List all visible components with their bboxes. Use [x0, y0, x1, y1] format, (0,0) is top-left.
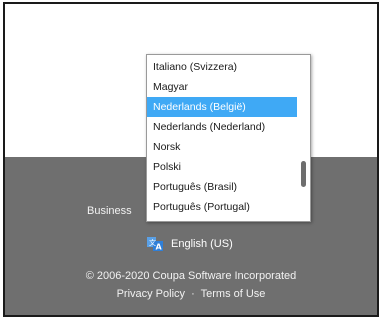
language-option[interactable]: Norsk: [147, 137, 297, 157]
scrollbar-thumb[interactable]: [301, 161, 306, 187]
page-frame: Business 文 A English (US) © 2006-2020 Co…: [3, 2, 379, 317]
language-options: Italiano (Svizzera) Magyar Nederlands (B…: [147, 57, 297, 217]
footer-links: Privacy Policy · Terms of Use: [5, 288, 377, 300]
privacy-policy-link[interactable]: Privacy Policy: [117, 288, 185, 300]
language-label: English (US): [171, 238, 233, 250]
language-option[interactable]: Português (Portugal): [147, 197, 297, 217]
language-dropdown-list[interactable]: Italiano (Svizzera) Magyar Nederlands (B…: [146, 54, 311, 222]
language-option-selected[interactable]: Nederlands (België): [147, 97, 297, 117]
svg-text:A: A: [156, 243, 163, 252]
link-separator: ·: [191, 288, 195, 300]
language-selector[interactable]: 文 A English (US): [147, 235, 233, 253]
language-option[interactable]: Italiano (Svizzera): [147, 57, 297, 77]
language-option[interactable]: Português (Brasil): [147, 177, 297, 197]
language-option[interactable]: Nederlands (Nederland): [147, 117, 297, 137]
translate-icon: 文 A: [147, 237, 163, 251]
language-option[interactable]: Magyar: [147, 77, 297, 97]
footer-business-link[interactable]: Business: [87, 205, 147, 217]
dropdown-scrollbar[interactable]: [299, 57, 308, 219]
language-option[interactable]: Polski: [147, 157, 297, 177]
terms-of-use-link[interactable]: Terms of Use: [201, 288, 266, 300]
copyright-text: © 2006-2020 Coupa Software Incorporated: [85, 270, 297, 282]
